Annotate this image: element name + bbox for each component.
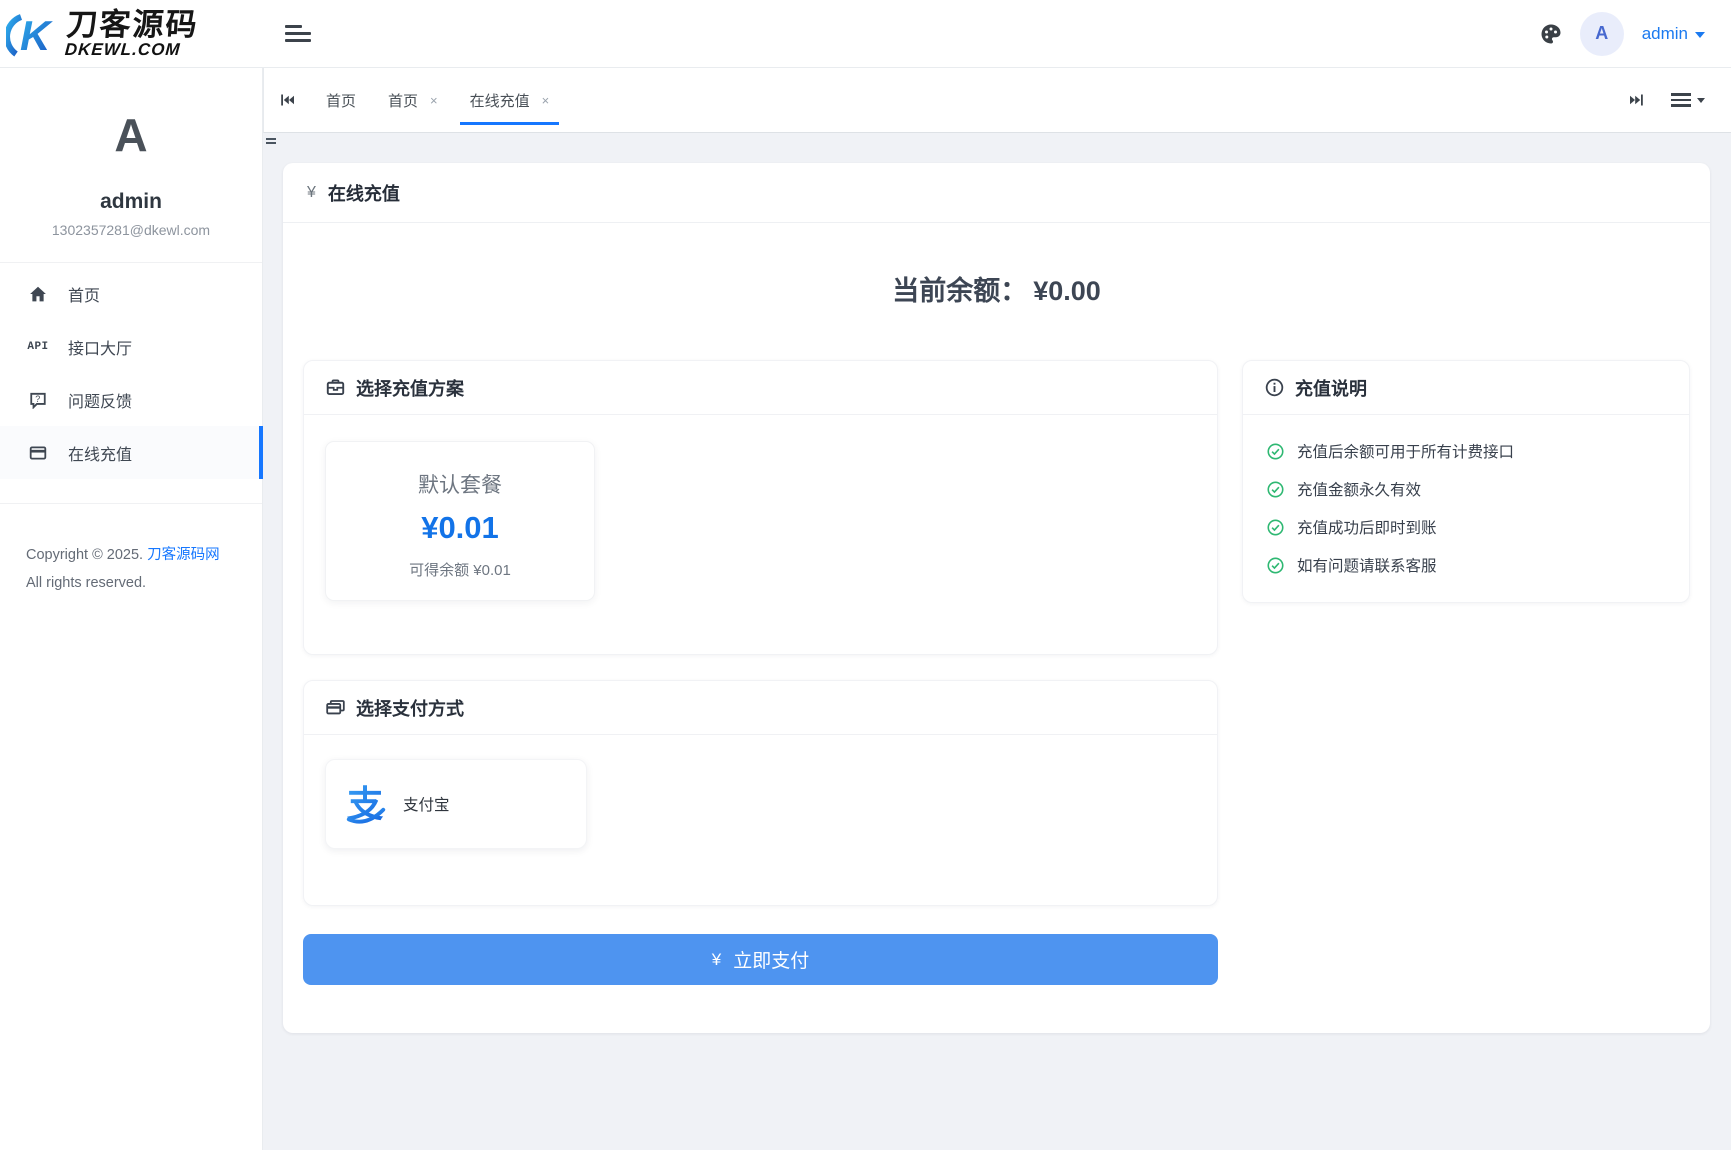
package-option-default[interactable]: 默认套餐 ¥0.01 可得余额 ¥0.01 [325, 441, 595, 601]
copyright-link[interactable]: 刀客源码网 [147, 547, 220, 563]
yen-icon: ¥ [712, 950, 721, 970]
api-icon: API [28, 341, 48, 353]
copyright: Copyright © 2025. 刀客源码网 All rights reser… [0, 542, 262, 597]
sidebar-profile: A admin 1302357281@dkewl.com [0, 108, 262, 238]
tab-home-2[interactable]: 首页 × [372, 68, 454, 132]
alipay-icon: 支 [343, 781, 389, 827]
sidebar-item-online-recharge[interactable]: 在线充值 [0, 426, 262, 479]
sidebar-item-api-hall[interactable]: API 接口大厅 [0, 320, 262, 373]
close-tab-icon[interactable]: × [430, 93, 438, 108]
sidebar: A admin 1302357281@dkewl.com 首页 API 接口大厅… [0, 68, 263, 1150]
payment-method-alipay[interactable]: 支 支付宝 [325, 759, 587, 849]
profile-avatar-letter: A [0, 108, 262, 162]
info-item: 充值金额永久有效 [1267, 478, 1665, 500]
info-item: 如有问题请联系客服 [1267, 554, 1665, 576]
package-note: 可得余额 ¥0.01 [326, 559, 594, 580]
close-tab-icon[interactable]: × [542, 93, 550, 108]
check-circle-icon [1267, 443, 1284, 460]
tab-home-1[interactable]: 首页 [310, 68, 372, 132]
list-icon [1671, 90, 1691, 110]
main-content: ¥ 在线充值 当前余额：¥0.00 [263, 133, 1731, 1150]
balance-value: ¥0.00 [1033, 276, 1101, 306]
chevron-down-icon [1697, 98, 1705, 103]
check-circle-icon [1267, 557, 1284, 574]
breadcrumb-collapse-icon[interactable] [266, 136, 276, 146]
brand-title: 刀客源码 [66, 9, 200, 40]
info-panel-title: 充值说明 [1295, 375, 1367, 401]
svg-text:K: K [20, 12, 53, 59]
navbar-username: admin [1642, 24, 1688, 44]
brand-domain: DKEWL.COM [64, 41, 197, 58]
pay-now-button[interactable]: ¥ 立即支付 [303, 934, 1218, 985]
tabs-scroll-start-icon[interactable] [264, 92, 310, 108]
sidebar-item-home[interactable]: 首页 [0, 267, 262, 320]
profile-email: 1302357281@dkewl.com [0, 222, 262, 238]
plan-panel: 选择充值方案 默认套餐 ¥0.01 可得余额 ¥0.01 [303, 360, 1218, 655]
package-price: ¥0.01 [326, 510, 594, 546]
current-balance: 当前余额：¥0.00 [303, 269, 1690, 308]
pay-method-panel: 选择支付方式 支 [303, 680, 1218, 906]
payment-method-name: 支付宝 [403, 793, 450, 815]
sidebar-toggle-icon[interactable] [285, 21, 311, 46]
feedback-icon: ? [28, 391, 48, 409]
balance-label: 当前余额： [892, 276, 1027, 306]
profile-username: admin [0, 190, 262, 214]
theme-palette-icon[interactable] [1540, 23, 1562, 45]
brand-logo[interactable]: K 刀客源码 DKEWL.COM [0, 6, 263, 62]
credit-card-icon [28, 444, 48, 462]
plan-panel-title: 选择充值方案 [356, 375, 464, 401]
check-circle-icon [1267, 481, 1284, 498]
recharge-info-panel: 充值说明 充值后余额可用于所有计费接口 [1242, 360, 1690, 603]
sidebar-item-feedback[interactable]: ? 问题反馈 [0, 373, 262, 426]
tab-online-recharge[interactable]: 在线充值 × [454, 68, 566, 132]
tab-bar: 首页 首页 × 在线充值 × [263, 68, 1731, 133]
cards-icon [326, 698, 345, 717]
yen-icon: ¥ [307, 184, 316, 202]
package-name: 默认套餐 [326, 469, 594, 499]
recharge-card-header: ¥ 在线充值 [283, 163, 1710, 223]
info-circle-icon [1265, 378, 1284, 397]
recharge-card: ¥ 在线充值 当前余额：¥0.00 [283, 163, 1710, 1033]
chevron-down-icon [1695, 32, 1705, 38]
info-item: 充值成功后即时到账 [1267, 516, 1665, 538]
check-circle-icon [1267, 519, 1284, 536]
svg-text:?: ? [35, 394, 40, 404]
sidebar-menu: 首页 API 接口大厅 ? 问题反馈 在线充值 [0, 267, 262, 479]
tabs-options-menu[interactable] [1671, 90, 1705, 110]
tabs-scroll-end-icon[interactable] [1629, 92, 1645, 108]
pay-panel-title: 选择支付方式 [356, 695, 464, 721]
wallet-icon [326, 378, 345, 397]
user-dropdown[interactable]: admin [1642, 24, 1705, 44]
home-icon [28, 285, 48, 303]
top-navbar: K 刀客源码 DKEWL.COM A admin [0, 0, 1731, 68]
brand-k-icon: K [6, 6, 62, 62]
info-item: 充值后余额可用于所有计费接口 [1267, 440, 1665, 462]
page-title: 在线充值 [328, 180, 400, 206]
navbar-avatar[interactable]: A [1580, 12, 1624, 56]
